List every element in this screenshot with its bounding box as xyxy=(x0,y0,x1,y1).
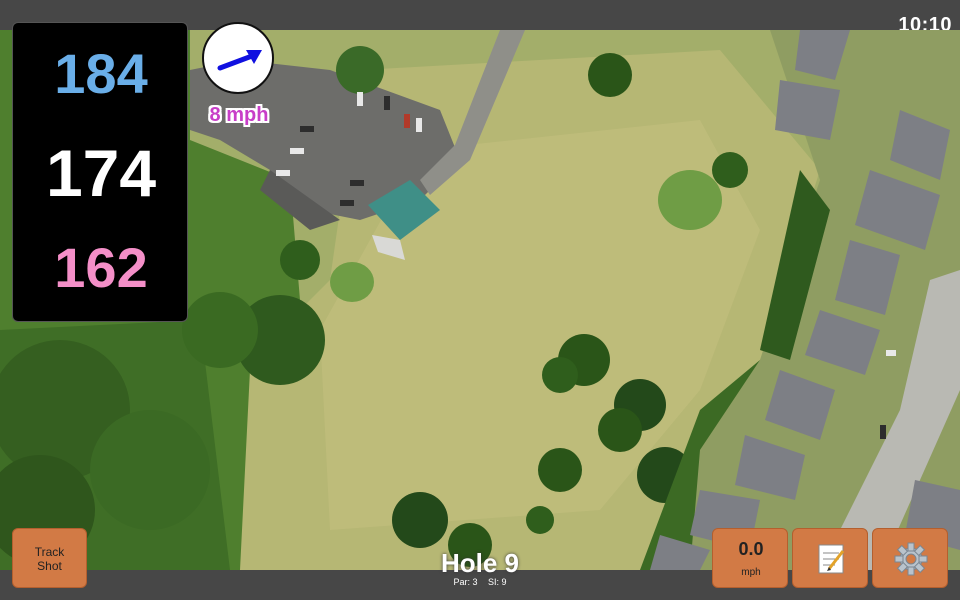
settings-button[interactable] xyxy=(872,528,948,588)
notepad-icon xyxy=(818,544,845,574)
speed-button[interactable]: 0.0 mph xyxy=(712,528,788,588)
hole-info: Par: 3 SI: 9 xyxy=(380,577,580,587)
distance-back: 184 xyxy=(54,42,148,105)
wind-indicator xyxy=(202,22,274,94)
gear-icon xyxy=(894,542,928,576)
speed-value: 0.0 xyxy=(738,539,764,559)
hole-title: Hole 9 xyxy=(440,548,520,578)
distance-panel: 184 174 162 xyxy=(12,22,188,322)
distance-front: 162 xyxy=(54,236,148,299)
notes-button[interactable] xyxy=(792,528,868,588)
distance-middle: 174 xyxy=(45,136,157,210)
hole-stroke-index: SI: 9 xyxy=(488,577,507,587)
speed-unit: mph xyxy=(741,567,761,578)
track-shot-button[interactable]: Track Shot xyxy=(12,528,87,588)
arrow-icon xyxy=(217,50,262,71)
wind-speed-label: 8 mph xyxy=(209,104,269,126)
hole-par: Par: 3 xyxy=(453,577,478,587)
